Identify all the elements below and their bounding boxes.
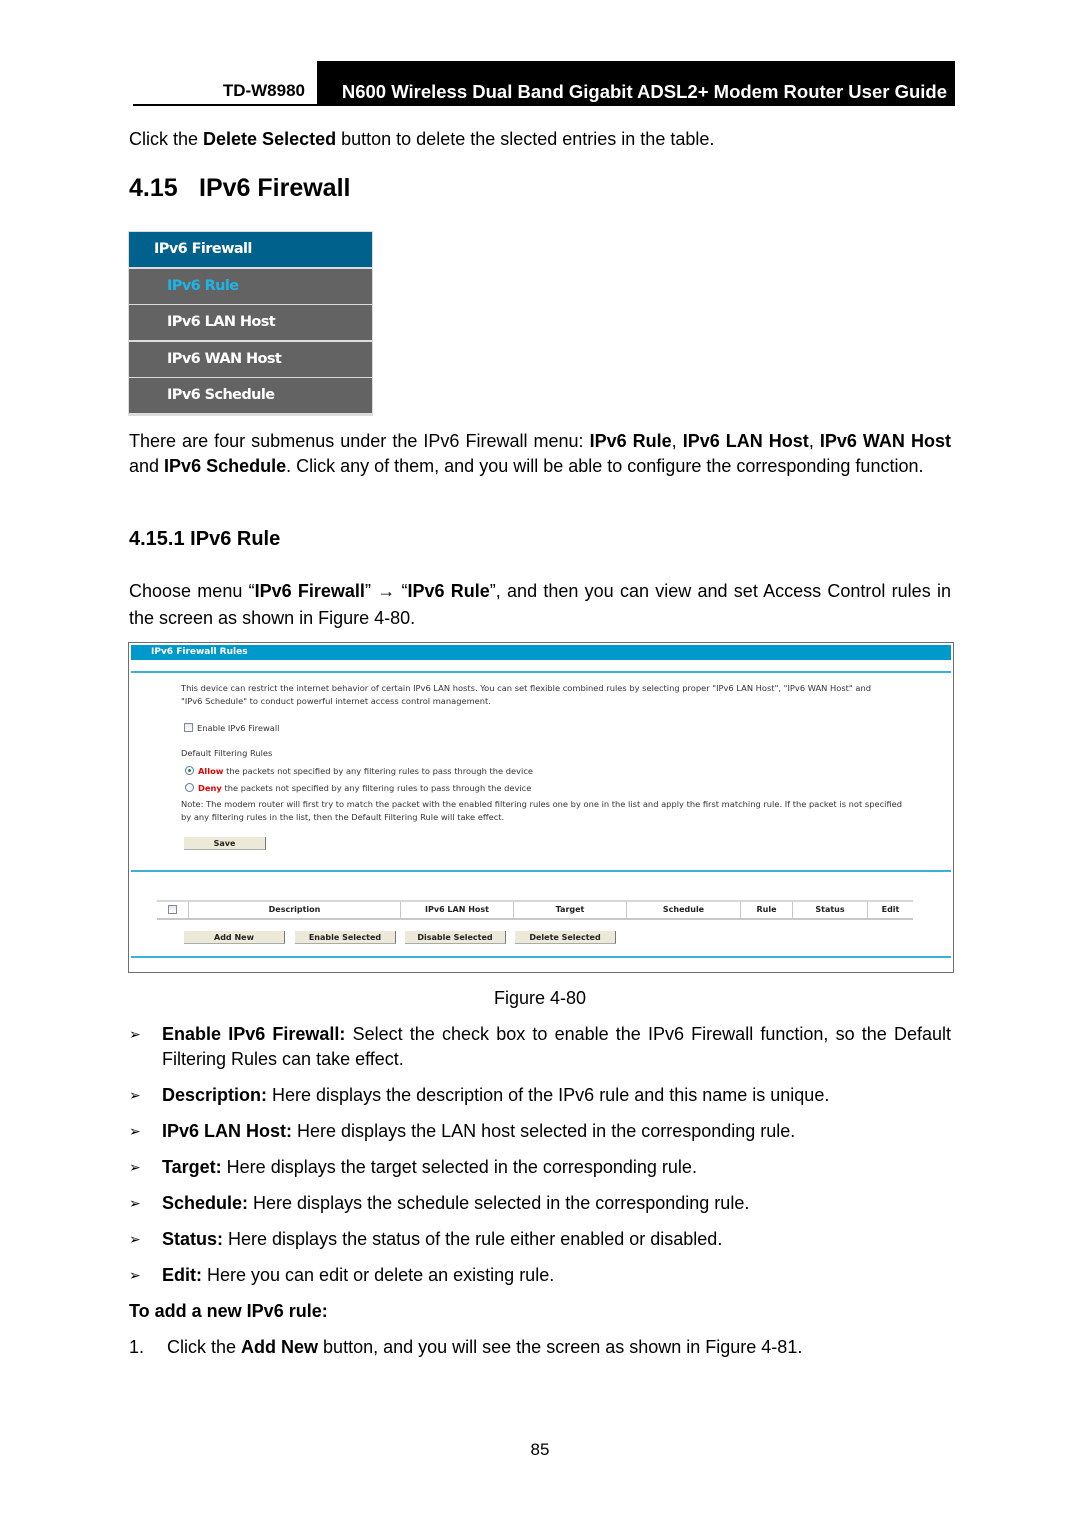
page-number: 85 bbox=[530, 1440, 550, 1459]
text: , bbox=[808, 431, 820, 451]
column-header-status: Status bbox=[792, 902, 867, 918]
bullet-term: IPv6 LAN Host: bbox=[162, 1121, 293, 1141]
menu-title-ipv6-firewall[interactable]: IPv6 Firewall bbox=[129, 232, 372, 267]
submenu-paragraph: There are four submenus under the IPv6 F… bbox=[129, 429, 951, 479]
subsection-heading: 4.15.1 IPv6 Rule bbox=[129, 528, 280, 551]
subsection-number: 4.15.1 bbox=[129, 528, 185, 550]
column-header-target: Target bbox=[513, 902, 626, 918]
description-line: "IPv6 Schedule" to conduct powerful inte… bbox=[181, 696, 491, 706]
bullet-term: Enable IPv6 Firewall: bbox=[162, 1024, 346, 1044]
bold-text: IPv6 Rule bbox=[589, 431, 672, 451]
arrow-bullet-icon: ➢ bbox=[129, 1159, 141, 1175]
step-number: 1. bbox=[129, 1337, 145, 1357]
bullet-text: Here displays the schedule selected in t… bbox=[248, 1193, 750, 1213]
figure-caption: Figure 4-80 bbox=[493, 988, 587, 1008]
divider bbox=[131, 671, 951, 673]
allow-text: the packets not specified by any filteri… bbox=[223, 766, 533, 776]
panel-title-bar: IPv6 Firewall Rules bbox=[131, 645, 951, 660]
note-line: Note: The modem router will first try to… bbox=[181, 799, 903, 809]
arrow-bullet-icon: ➢ bbox=[129, 1195, 141, 1211]
enable-firewall-label: Enable IPv6 Firewall bbox=[197, 723, 280, 733]
bullet-text: Here displays the LAN host selected in t… bbox=[292, 1121, 796, 1141]
text: Click the bbox=[167, 1337, 242, 1357]
bold-text: IPv6 Schedule bbox=[164, 456, 287, 476]
allow-radio[interactable] bbox=[185, 766, 194, 775]
text: button, and you will see the screen as s… bbox=[318, 1337, 803, 1357]
disable-selected-button[interactable]: Disable Selected bbox=[405, 931, 506, 944]
enable-selected-button[interactable]: Enable Selected bbox=[295, 931, 396, 944]
step-1: 1. Click the Add New button, and you will… bbox=[129, 1335, 802, 1360]
arrow-bullet-icon: ➢ bbox=[129, 1123, 141, 1139]
deny-text: the packets not specified by any filteri… bbox=[221, 783, 532, 793]
bullet-text: Here displays the description of the IPv… bbox=[267, 1085, 830, 1105]
arrow-bullet-icon: ➢ bbox=[129, 1231, 141, 1247]
menu-item-ipv6-rule[interactable]: IPv6 Rule bbox=[129, 269, 372, 304]
delete-selected-button[interactable]: Delete Selected bbox=[515, 931, 616, 944]
ipv6-firewall-rules-screenshot: IPv6 Firewall Rules This device can rest… bbox=[128, 642, 954, 973]
bullet-text: Here you can edit or delete an existing … bbox=[202, 1265, 555, 1285]
add-new-button[interactable]: Add New bbox=[184, 931, 285, 944]
subsection-title: IPv6 Rule bbox=[190, 528, 281, 550]
divider bbox=[131, 956, 951, 958]
bold-text: Add New bbox=[241, 1337, 319, 1357]
intro-text: Click the bbox=[129, 129, 204, 149]
intro-paragraph: Click the Delete Selected button to dele… bbox=[129, 127, 714, 152]
section-title: IPv6 Firewall bbox=[199, 174, 351, 202]
choose-paragraph: Choose menu “IPv6 Firewall” → “IPv6 Rule… bbox=[129, 578, 951, 632]
header-model: TD-W8980 bbox=[133, 61, 317, 106]
bullet-term: Schedule: bbox=[162, 1193, 249, 1213]
text: There are four submenus under the IPv6 F… bbox=[129, 431, 590, 451]
text: Choose menu “ bbox=[129, 581, 255, 601]
bold-text: IPv6 LAN Host bbox=[682, 431, 809, 451]
arrow-bullet-icon: ➢ bbox=[129, 1026, 141, 1042]
bullet-term: Status: bbox=[162, 1229, 224, 1249]
bullet-text: Here displays the target selected in the… bbox=[221, 1157, 697, 1177]
page-header: TD-W8980 N600 Wireless Dual Band Gigabit… bbox=[133, 61, 955, 106]
menu-item-ipv6-wan-host[interactable]: IPv6 WAN Host bbox=[129, 342, 372, 377]
add-rule-heading: To add a new IPv6 rule: bbox=[129, 1301, 328, 1321]
arrow-bullet-icon: ➢ bbox=[129, 1087, 141, 1103]
deny-option-label: Deny the packets not specified by any fi… bbox=[198, 783, 531, 793]
text: , bbox=[671, 431, 683, 451]
select-all-checkbox[interactable] bbox=[168, 905, 177, 914]
text: ” → “ bbox=[364, 581, 408, 601]
divider bbox=[131, 870, 951, 872]
enable-firewall-checkbox[interactable] bbox=[184, 723, 193, 732]
bold-text: IPv6 WAN Host bbox=[819, 431, 951, 451]
deny-radio[interactable] bbox=[185, 783, 194, 792]
section-heading: 4.15 IPv6 Firewall bbox=[129, 174, 350, 203]
arrow-bullet-icon: ➢ bbox=[129, 1267, 141, 1283]
column-header-edit: Edit bbox=[867, 902, 913, 918]
section-number: 4.15 bbox=[129, 174, 178, 202]
column-header-schedule: Schedule bbox=[626, 902, 740, 918]
bullet-term: Description: bbox=[162, 1085, 268, 1105]
save-button[interactable]: Save bbox=[184, 837, 266, 850]
menu-item-ipv6-lan-host[interactable]: IPv6 LAN Host bbox=[129, 305, 372, 340]
deny-word: Deny bbox=[198, 783, 222, 793]
default-rules-label: Default Filtering Rules bbox=[181, 748, 273, 758]
rules-table-header: Description IPv6 LAN Host Target Schedul… bbox=[157, 900, 913, 920]
header-guide-title: N600 Wireless Dual Band Gigabit ADSL2+ M… bbox=[317, 61, 955, 106]
bullet-term: Target: bbox=[162, 1157, 222, 1177]
select-all-cell bbox=[157, 902, 188, 918]
bullet-term: Edit: bbox=[162, 1265, 202, 1285]
text: and bbox=[129, 456, 165, 476]
allow-word: Allow bbox=[198, 766, 224, 776]
column-header-ipv6-lan-host: IPv6 LAN Host bbox=[400, 902, 513, 918]
text: . Click any of them, and you will be abl… bbox=[286, 456, 924, 476]
note-line: by any filtering rules in the list, then… bbox=[181, 812, 505, 822]
menu-item-ipv6-schedule[interactable]: IPv6 Schedule bbox=[129, 378, 372, 413]
column-header-rule: Rule bbox=[740, 902, 792, 918]
bullet-text: Here displays the status of the rule eit… bbox=[223, 1229, 723, 1249]
bold-text: IPv6 Firewall bbox=[254, 581, 365, 601]
bold-text: IPv6 Rule bbox=[407, 581, 490, 601]
column-header-description: Description bbox=[188, 902, 400, 918]
intro-text: button to delete the slected entries in … bbox=[336, 129, 715, 149]
description-line: This device can restrict the internet be… bbox=[181, 683, 871, 693]
allow-option-label: Allow the packets not specified by any f… bbox=[198, 766, 533, 776]
intro-bold: Delete Selected bbox=[203, 129, 337, 149]
firewall-menu: IPv6 Firewall IPv6 Rule IPv6 LAN Host IP… bbox=[128, 231, 373, 416]
